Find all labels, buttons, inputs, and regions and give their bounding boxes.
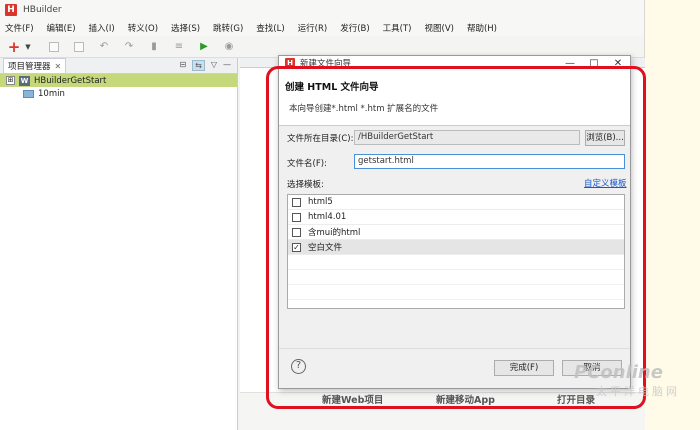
save-icon[interactable] (46, 40, 62, 54)
template-item-html5[interactable]: html5 (288, 195, 624, 210)
project-panel-tabbar: 项目管理器 ✕ ⊟ ⇆ ▽ — (0, 58, 237, 74)
project-panel-title: 项目管理器 (8, 62, 51, 72)
menu-find[interactable]: 查找(L) (256, 22, 284, 34)
expand-icon[interactable]: ⊞ (6, 76, 15, 85)
welcome-links: 新建Web项目 新建移动App 打开目录 (240, 392, 645, 406)
template-label: 选择模板: (287, 180, 324, 190)
template-list-empty-row (288, 285, 624, 300)
save-all-icon[interactable] (71, 40, 87, 54)
app-titlebar: H HBuilder (0, 0, 644, 20)
tree-item-label: HBuilderGetStart (34, 75, 107, 86)
app-title: HBuilder (23, 5, 62, 15)
folder-icon (23, 89, 34, 98)
dir-field[interactable]: /HBuilderGetStart (354, 130, 580, 145)
menu-bar: 文件(F) 编辑(E) 插入(I) 转义(O) 选择(S) 跳转(G) 查找(L… (0, 20, 644, 36)
menu-file[interactable]: 文件(F) (5, 22, 34, 34)
hbuilder-logo-icon: H (285, 58, 295, 68)
filename-label: 文件名(F): (287, 159, 327, 169)
dialog-titlebar: H 新建文件向导 — □ ✕ (279, 56, 630, 70)
browse-button[interactable]: 浏览(B)... (585, 130, 625, 146)
dialog-footer: ? 完成(F) 取消 (279, 348, 630, 388)
project-panel: 项目管理器 ✕ ⊟ ⇆ ▽ — ⊞ W HBuilderGetStart 10m… (0, 58, 238, 430)
dialog-header: 创建 HTML 文件向导 本向导创建*.html *.htm 扩展名的文件 (279, 70, 630, 126)
template-item-label: 空白文件 (308, 243, 343, 253)
template-item-label: 含mui的html (308, 228, 361, 238)
menu-edit[interactable]: 编辑(E) (47, 22, 76, 34)
checkbox-checked[interactable]: ✓ (292, 242, 301, 252)
menu-tools[interactable]: 工具(T) (383, 22, 412, 34)
view-menu-icon[interactable]: ▽ (211, 60, 217, 71)
minimize-icon[interactable]: — (223, 60, 231, 71)
dialog-subtitle: 本向导创建*.html *.htm 扩展名的文件 (289, 104, 439, 114)
filename-field[interactable]: getstart.html (354, 154, 625, 169)
project-panel-tools: ⊟ ⇆ ▽ — (179, 60, 237, 71)
menu-help[interactable]: 帮助(H) (467, 22, 497, 34)
tree-item-label: 10min (38, 88, 65, 99)
template-item-blank[interactable]: ✓ 空白文件 (288, 240, 624, 255)
web-project-icon: W (19, 75, 30, 86)
collapse-all-icon[interactable]: ⊟ (179, 60, 186, 71)
tree-item-hbuildergetstart[interactable]: ⊞ W HBuilderGetStart (0, 74, 237, 87)
template-list: html5 html4.01 含mui的html ✓ 空白文件 (287, 194, 625, 309)
menu-view[interactable]: 视图(V) (425, 22, 454, 34)
help-icon[interactable]: ? (291, 359, 306, 374)
new-file-wizard-dialog: H 新建文件向导 — □ ✕ 创建 HTML 文件向导 本向导创建*.html … (278, 55, 631, 389)
format-icon[interactable]: ≡ (171, 40, 187, 54)
link-editor-icon[interactable]: ⇆ (192, 60, 205, 71)
tree-item-10min[interactable]: 10min (0, 87, 237, 100)
close-icon[interactable]: ✕ (606, 58, 630, 69)
browser-icon[interactable]: ◉ (221, 40, 237, 54)
new-mobile-app-link[interactable]: 新建移动App (436, 392, 495, 406)
menu-select[interactable]: 选择(S) (171, 22, 200, 34)
run-icon[interactable]: ▶ (196, 40, 212, 54)
dialog-body: 文件所在目录(C): /HBuilderGetStart 浏览(B)... 文件… (279, 126, 630, 352)
new-icon[interactable]: + (8, 38, 21, 56)
hbuilder-logo-icon: H (5, 4, 17, 16)
finish-button[interactable]: 完成(F) (494, 360, 554, 376)
template-item-label: html4.01 (308, 212, 347, 222)
redo-icon[interactable]: ↷ (121, 40, 137, 54)
maximize-icon[interactable]: □ (582, 58, 606, 69)
template-item-label: html5 (308, 197, 333, 207)
checkbox[interactable] (292, 227, 301, 237)
template-list-empty-row (288, 270, 624, 285)
minimize-icon[interactable]: — (558, 58, 582, 69)
menu-goto[interactable]: 跳转(G) (213, 22, 243, 34)
template-item-html401[interactable]: html4.01 (288, 210, 624, 225)
bookmark-icon[interactable]: ▮ (146, 40, 162, 54)
checkbox[interactable] (292, 197, 301, 207)
undo-icon[interactable]: ↶ (96, 40, 112, 54)
cancel-button[interactable]: 取消 (562, 360, 622, 376)
dropdown-arrow-icon[interactable]: ▼ (24, 40, 32, 54)
checkbox[interactable] (292, 212, 301, 222)
template-item-mui-html[interactable]: 含mui的html (288, 225, 624, 240)
new-web-project-link[interactable]: 新建Web项目 (322, 392, 383, 406)
menu-insert[interactable]: 插入(I) (89, 22, 115, 34)
dialog-window-controls: — □ ✕ (558, 58, 630, 69)
dialog-window-title: 新建文件向导 (300, 59, 352, 69)
tab-project-manager[interactable]: 项目管理器 ✕ (3, 58, 67, 73)
dialog-heading: 创建 HTML 文件向导 (285, 82, 379, 93)
menu-run[interactable]: 运行(R) (298, 22, 328, 34)
menu-escape[interactable]: 转义(O) (128, 22, 158, 34)
open-directory-link[interactable]: 打开目录 (557, 392, 595, 406)
menu-publish[interactable]: 发行(B) (340, 22, 369, 34)
custom-template-link[interactable]: 自定义模板 (584, 177, 627, 189)
dir-label: 文件所在目录(C): (287, 134, 354, 144)
template-list-empty-row (288, 255, 624, 270)
close-icon[interactable]: ✕ (55, 62, 62, 71)
